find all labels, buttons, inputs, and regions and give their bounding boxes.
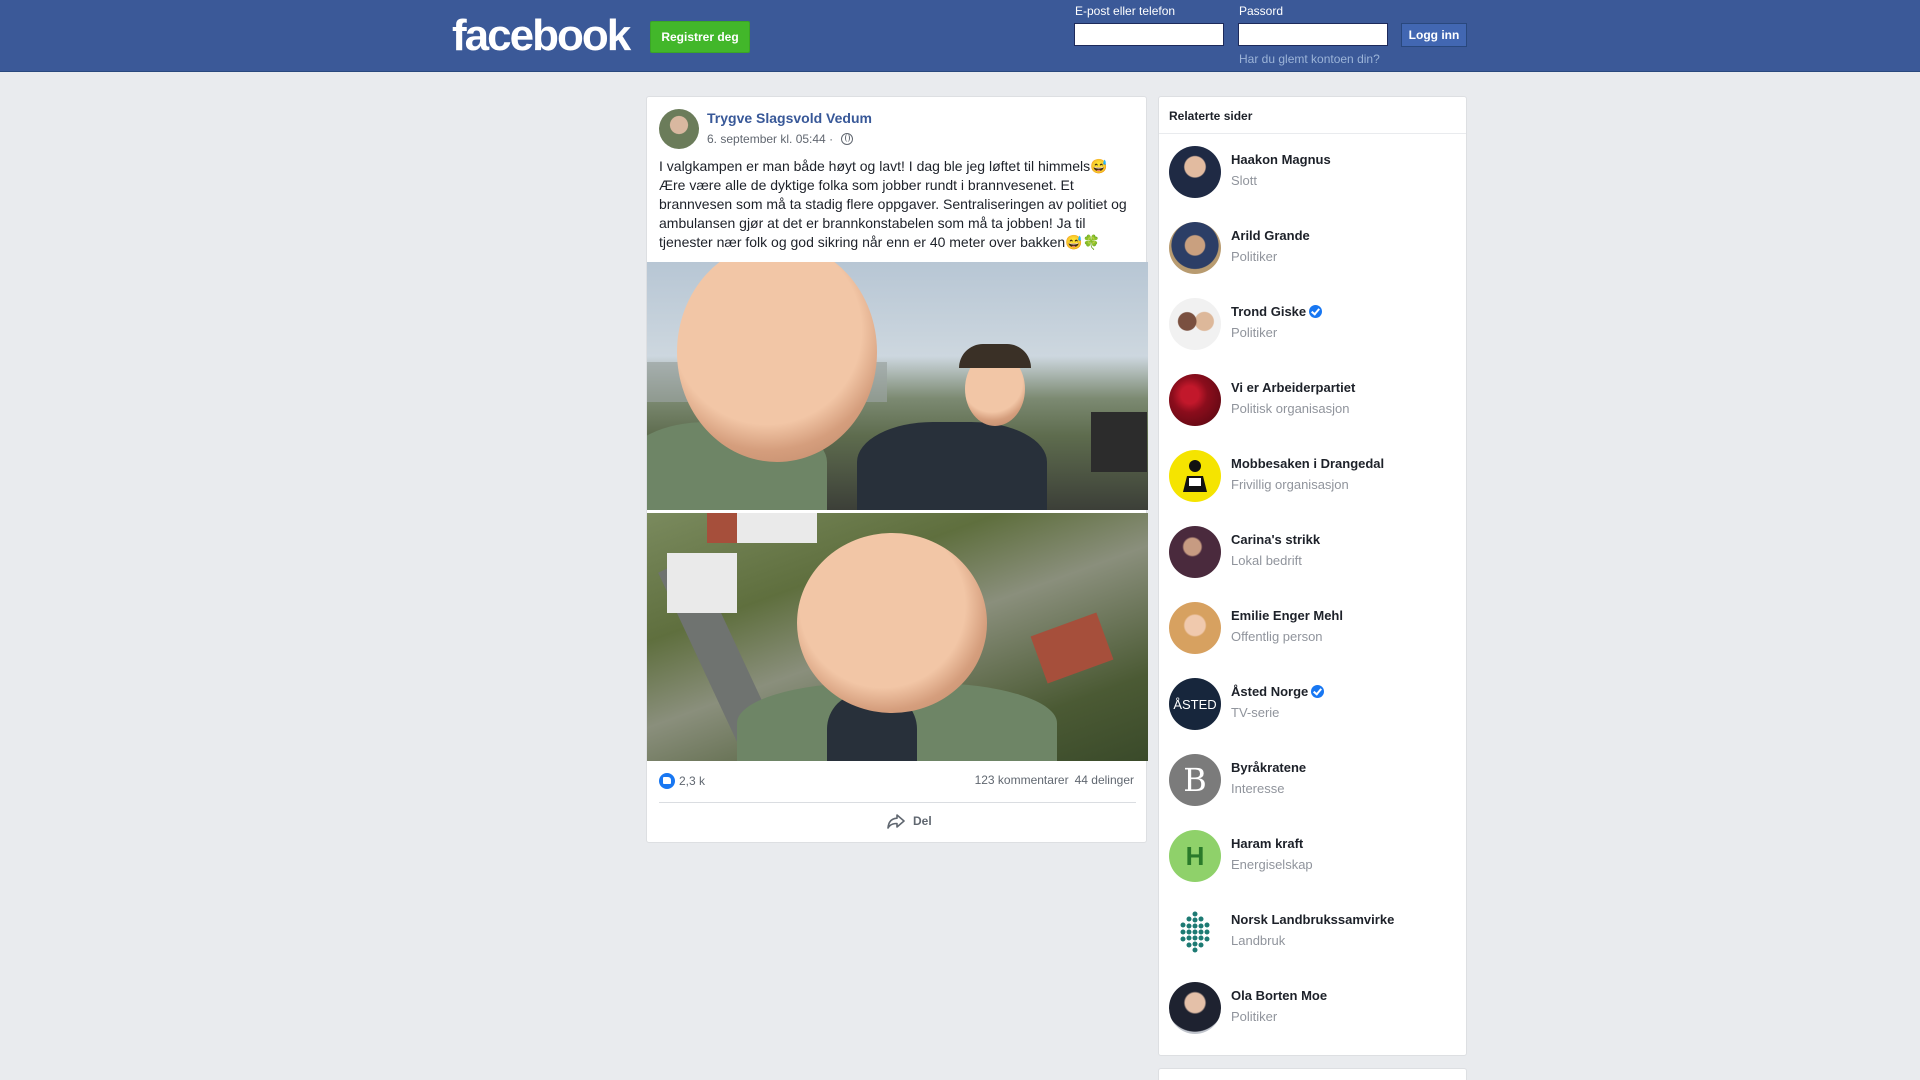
related-item-category: Interesse (1231, 781, 1285, 796)
author-avatar[interactable] (659, 109, 699, 149)
share-count-link[interactable]: 44 delinger (1075, 773, 1134, 787)
related-item-category: TV-serie (1231, 705, 1280, 720)
forgot-account-link[interactable]: Har du glemt kontoen din? (1239, 52, 1380, 66)
share-label: Del (913, 814, 932, 828)
related-item-asted-norge[interactable]: ÅSTED Åsted Norge TV-serie (1169, 678, 1459, 738)
related-item-name: Åsted Norge (1231, 684, 1325, 699)
related-item-category: Frivillig organisasjon (1231, 477, 1349, 492)
dots-logo-avatar (1169, 906, 1221, 958)
avatar (1169, 222, 1221, 274)
password-label: Passord (1239, 4, 1284, 18)
related-pages-panel: Relaterte sider Haakon Magnus Slott Aril… (1158, 96, 1467, 1056)
related-item-category: Politisk organisasjon (1231, 401, 1350, 416)
verified-badge-icon (1309, 305, 1323, 318)
like-count: 2,3 k (679, 774, 706, 788)
related-item-name: Emilie Enger Mehl (1231, 608, 1343, 623)
globe-icon (841, 133, 854, 145)
comment-count-link[interactable]: 123 kommentarer (975, 773, 1069, 787)
related-item-name: Ola Borten Moe (1231, 988, 1328, 1003)
related-item-category: Lokal bedrift (1231, 553, 1302, 568)
post-photo-2[interactable] (647, 513, 1148, 761)
grain-logo-icon (1180, 911, 1210, 953)
verified-badge-icon (1311, 685, 1325, 698)
avatar (1169, 146, 1221, 198)
reaction-summary[interactable]: 2,3 k (659, 773, 705, 789)
related-item-category: Politiker (1231, 1009, 1278, 1024)
avatar (1169, 602, 1221, 654)
related-item-norsk-landbrukssamvirke[interactable]: Norsk Landbrukssamvirke Landbruk (1169, 906, 1459, 966)
related-item-category: Politiker (1231, 249, 1278, 264)
avatar (1169, 298, 1221, 350)
avatar (1169, 526, 1221, 578)
avatar (1169, 982, 1221, 1034)
post-timestamp-text[interactable]: 6. september kl. 05:44 · (707, 132, 833, 146)
related-item-name: Vi er Arbeiderpartiet (1231, 380, 1356, 395)
related-item-haram-kraft[interactable]: H Haram kraft Energiselskap (1169, 830, 1459, 890)
email-field[interactable] (1074, 23, 1224, 46)
post-text-line: I valgkampen er man både høyt og lavt! I… (659, 158, 1108, 174)
post-text-line: tjenester nær folk og god sikring når en… (659, 234, 1101, 250)
related-item-vi-er-arbeiderpartiet[interactable]: Vi er Arbeiderpartiet Politisk organisas… (1169, 374, 1459, 434)
like-icon (659, 773, 675, 789)
facebook-logo[interactable]: facebook (452, 12, 631, 60)
top-navigation-bar: facebook Registrer deg E-post eller tele… (0, 0, 1920, 72)
related-item-name: Byråkratene (1231, 760, 1307, 775)
related-pages-title: Relaterte sider (1169, 109, 1253, 123)
post-text-line: brannvesen som må ta stadig flere oppgav… (659, 196, 1127, 212)
related-item-name: Arild Grande (1231, 228, 1310, 243)
avatar (1169, 450, 1221, 502)
letter-avatar: H (1169, 830, 1221, 882)
related-item-category: Slott (1231, 173, 1258, 188)
related-item-ola-borten-moe[interactable]: Ola Borten Moe Politiker (1169, 982, 1459, 1042)
asted-logo-avatar: ÅSTED (1169, 678, 1221, 730)
related-item-name: Haram kraft (1231, 836, 1304, 851)
roses-avatar (1169, 374, 1221, 426)
related-item-carinas-strikk[interactable]: Carina's strikk Lokal bedrift (1169, 526, 1459, 586)
related-item-category: Energiselskap (1231, 857, 1313, 872)
post-author-name[interactable]: Trygve Slagsvold Vedum (707, 110, 872, 126)
share-button[interactable]: Del (887, 813, 932, 829)
related-item-name: Norsk Landbrukssamvirke (1231, 912, 1395, 927)
password-field[interactable] (1238, 23, 1388, 46)
related-item-arild-grande[interactable]: Arild Grande Politiker (1169, 222, 1459, 282)
related-item-name: Carina's strikk (1231, 532, 1321, 547)
related-item-category: Offentlig person (1231, 629, 1323, 644)
email-label: E-post eller telefon (1075, 4, 1176, 18)
post-timestamp: 6. september kl. 05:44 · (707, 132, 854, 146)
related-item-name: Mobbesaken i Drangedal (1231, 456, 1385, 471)
post-card: Trygve Slagsvold Vedum 6. september kl. … (646, 96, 1148, 843)
related-item-byrakratene[interactable]: B Byråkratene Interesse (1169, 754, 1459, 814)
related-item-mobbesaken-i-drangedal[interactable]: Mobbesaken i Drangedal Frivillig organis… (1169, 450, 1459, 510)
login-button[interactable]: Logg inn (1401, 23, 1467, 47)
related-item-haakon-magnus[interactable]: Haakon Magnus Slott (1169, 146, 1459, 206)
related-item-name: Haakon Magnus (1231, 152, 1331, 167)
engagement-counts: 123 kommentarer 44 delinger (975, 773, 1134, 787)
share-icon (887, 814, 905, 829)
divider (659, 802, 1136, 803)
related-item-trond-giske[interactable]: Trond Giske Politiker (1169, 298, 1459, 358)
related-item-name: Trond Giske (1231, 304, 1323, 319)
post-body-text: I valgkampen er man både høyt og lavt! I… (659, 157, 1137, 252)
related-item-emilie-enger-mehl[interactable]: Emilie Enger Mehl Offentlig person (1169, 602, 1459, 662)
post-photo-1[interactable] (647, 262, 1148, 510)
related-item-category: Politiker (1231, 325, 1278, 340)
next-panel-edge (1158, 1068, 1467, 1080)
divider (1159, 133, 1466, 134)
figure-icon (1183, 460, 1207, 492)
register-button[interactable]: Registrer deg (650, 21, 750, 53)
post-text-line: Ære være alle de dyktige folka som jobbe… (659, 177, 1074, 193)
post-text-line: ambulansen gjør at det er brannkonstabel… (659, 215, 1086, 231)
related-item-category: Landbruk (1231, 933, 1286, 948)
letter-avatar: B (1169, 754, 1221, 806)
